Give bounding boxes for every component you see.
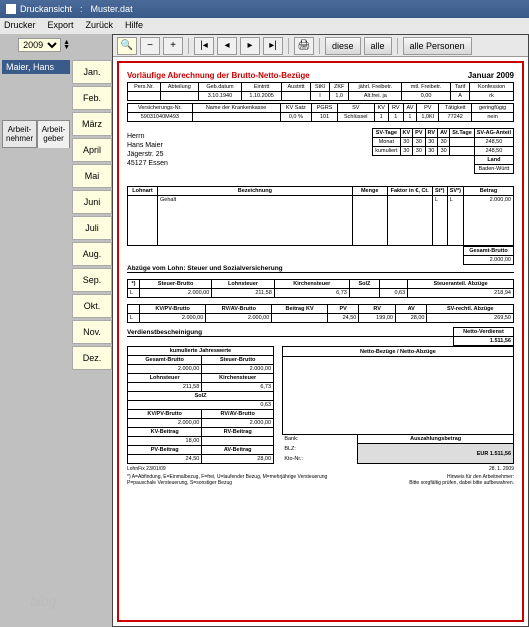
month-mai[interactable]: Mai — [72, 164, 112, 188]
tax-table-2: KV/PV-BruttoRV/AV-BruttoBeitrag KVPVRVAV… — [127, 304, 514, 323]
lohnfix-stamp: LohnFix 23/01/09 — [127, 466, 166, 472]
doc-month: Januar 2009 — [468, 71, 514, 80]
tax-table-1: *)Steuer-BruttoLohnsteuerKirchensteuerSo… — [127, 279, 514, 298]
month-apr[interactable]: April — [72, 138, 112, 162]
app-icon — [6, 4, 16, 14]
month-aug[interactable]: Aug. — [72, 242, 112, 266]
year-spinner[interactable]: ▲▼ — [63, 40, 70, 50]
btn-diese[interactable]: diese — [325, 37, 361, 55]
btn-alle[interactable]: alle — [364, 37, 392, 55]
sv-table: SV-TageKVPVRVAVSt.TageSV-AG-Anteil Monat… — [372, 128, 514, 174]
month-jul[interactable]: Juli — [72, 216, 112, 240]
window-file: Muster.dat — [91, 4, 133, 14]
first-page-icon[interactable]: |◂ — [194, 37, 214, 55]
zoom-out-icon[interactable]: − — [140, 37, 160, 55]
person-name[interactable]: Maier, Hans — [2, 60, 70, 74]
watermark: blog — [30, 593, 56, 609]
prev-page-icon[interactable]: ◂ — [217, 37, 237, 55]
month-feb[interactable]: Feb. — [72, 86, 112, 110]
print-date: 28. 1. 2009 — [489, 466, 514, 472]
month-mar[interactable]: März — [72, 112, 112, 136]
month-dez[interactable]: Dez. — [72, 346, 112, 370]
preview-toolbar: 🔍 − + |◂ ◂ ▸ ▸| 🖨 diese alle alle Person… — [113, 35, 528, 57]
netto-verdienst: Netto-Verdienst 1.511,56 — [453, 327, 514, 346]
year-select[interactable]: 2009 — [18, 38, 61, 52]
earnings-table: LohnartBezeichnungMengeFaktor in €, Ct.S… — [127, 186, 514, 246]
document-page: Januar 2009 Vorläufige Abrechnung der Br… — [117, 61, 524, 622]
month-jan[interactable]: Jan. — [72, 60, 112, 84]
month-list: Jan. Feb. März April Mai Juni Juli Aug. … — [72, 34, 112, 627]
month-jun[interactable]: Juni — [72, 190, 112, 214]
menu-drucker[interactable]: Drucker — [4, 20, 36, 32]
abzuege-header: Abzüge vom Lohn: Steuer und Sozialversic… — [127, 265, 514, 273]
kumulierte-table: kumulierte Jahreswerte Gesamt-BruttoSteu… — [127, 346, 274, 464]
menubar: Drucker Export Zurück Hilfe — [0, 18, 529, 34]
menu-hilfe[interactable]: Hilfe — [125, 20, 143, 32]
left-panel: 2009 ▲▼ Maier, Hans Arbeit- nehmer Arbei… — [0, 34, 72, 627]
header-table-2: Versicherungs-Nr.Name der KrankenkasseKV… — [127, 103, 514, 122]
menu-zurueck[interactable]: Zurück — [86, 20, 114, 32]
month-okt[interactable]: Okt. — [72, 294, 112, 318]
zoom-in-icon[interactable]: + — [163, 37, 183, 55]
doc-title: Vorläufige Abrechnung der Brutto-Netto-B… — [127, 71, 514, 80]
gesamt-brutto: Gesamt-Brutto 2.000,00 — [463, 246, 514, 265]
header-table-1: Pers.Nr.AbteilungGeb.datumEintrittAustri… — [127, 82, 514, 101]
tab-arbeitgeber[interactable]: Arbeit- geber — [37, 120, 70, 148]
tab-arbeitnehmer[interactable]: Arbeit- nehmer — [2, 120, 37, 148]
btn-alle-personen[interactable]: alle Personen — [403, 37, 472, 55]
last-page-icon[interactable]: ▸| — [263, 37, 283, 55]
print-icon[interactable]: 🖨 — [294, 37, 314, 55]
titlebar: Druckansicht : Muster.dat — [0, 0, 529, 18]
month-nov[interactable]: Nov. — [72, 320, 112, 344]
document-area: 🔍 − + |◂ ◂ ▸ ▸| 🖨 diese alle alle Person… — [112, 34, 529, 627]
next-page-icon[interactable]: ▸ — [240, 37, 260, 55]
netto-bezuege-table: Netto-Bezüge / Netto-Abzüge Bank:Auszahl… — [282, 346, 514, 464]
window-title: Druckansicht — [20, 4, 72, 14]
month-sep[interactable]: Sep. — [72, 268, 112, 292]
menu-export[interactable]: Export — [48, 20, 74, 32]
zoom-icon[interactable]: 🔍 — [117, 37, 137, 55]
